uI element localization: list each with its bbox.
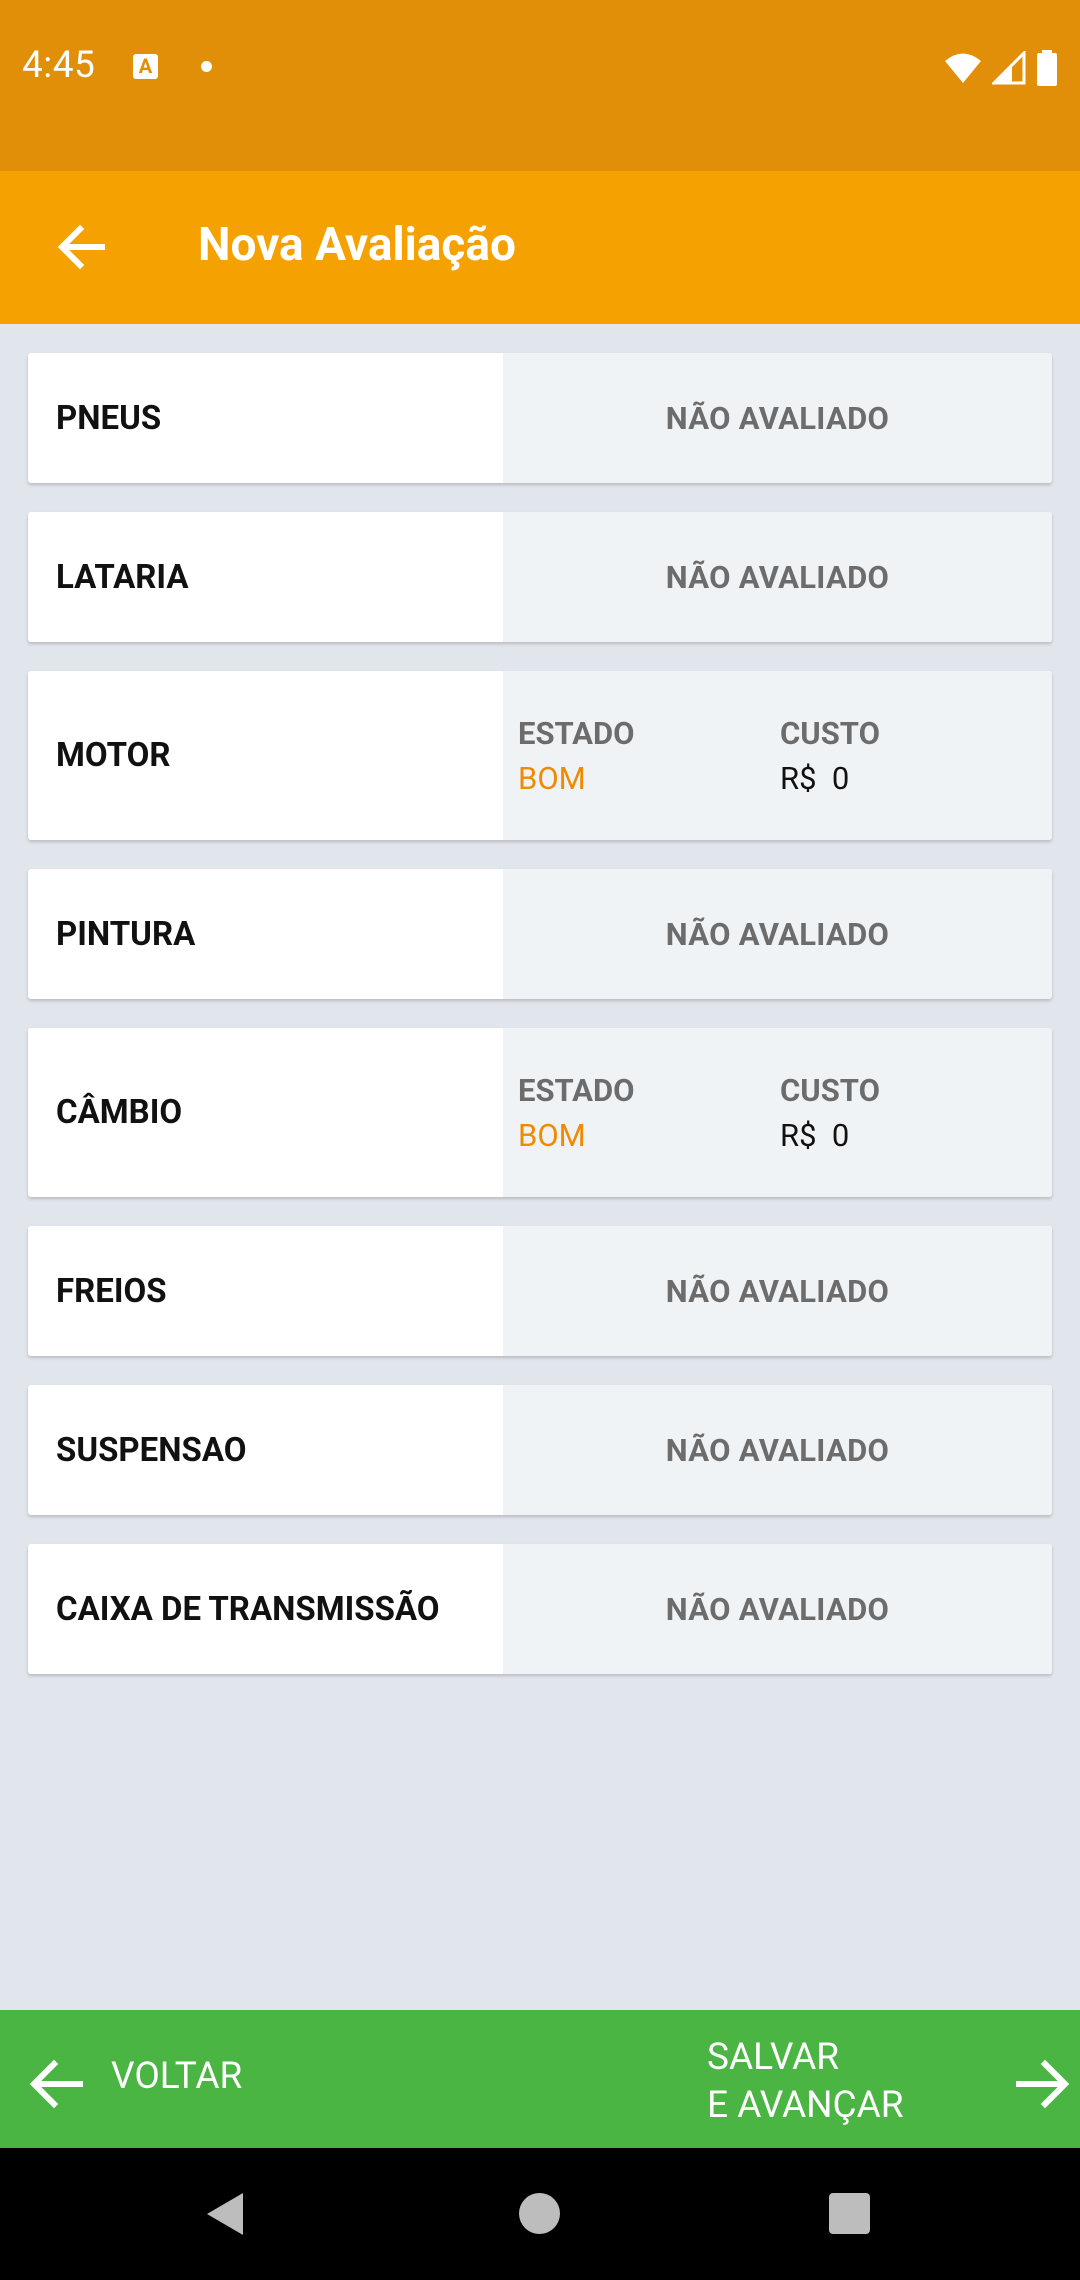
back-button[interactable] — [50, 215, 114, 279]
status-text: NÃO AVALIADO — [665, 1272, 890, 1310]
status-text: NÃO AVALIADO — [665, 1431, 890, 1469]
bottom-action-bar: VOLTAR SALVAR E AVANÇAR — [0, 2010, 1080, 2148]
battery-icon — [1037, 50, 1057, 86]
wifi-icon — [945, 53, 981, 83]
status-text: NÃO AVALIADO — [665, 399, 890, 437]
list-item-pneus[interactable]: PNEUS NÃO AVALIADO — [28, 353, 1052, 483]
custo-label: CUSTO — [780, 1072, 880, 1109]
cell-signal-icon — [992, 51, 1026, 85]
estado-column: ESTADO BOM — [518, 715, 634, 797]
item-label: CÂMBIO — [56, 1093, 183, 1132]
voltar-label: VOLTAR — [111, 2055, 243, 2098]
nav-recent-apps-icon[interactable] — [829, 2193, 870, 2234]
item-label: SUSPENSAO — [56, 1430, 247, 1470]
custo-column: CUSTO R$ 0 — [780, 1072, 880, 1154]
item-status-area: NÃO AVALIADO — [503, 1544, 1052, 1674]
salvar-label-line2: E AVANÇAR — [707, 2084, 904, 2127]
list-item-lataria[interactable]: LATARIA NÃO AVALIADO — [28, 512, 1052, 642]
salvar-e-avancar-button[interactable]: SALVAR E AVANÇAR — [700, 2010, 1080, 2148]
notification-app-icon: A — [133, 54, 158, 79]
arrow-left-icon — [57, 224, 105, 270]
status-text: NÃO AVALIADO — [665, 1590, 890, 1628]
nav-home-icon[interactable] — [519, 2193, 560, 2234]
nav-back-icon[interactable] — [205, 2191, 245, 2237]
status-text: NÃO AVALIADO — [665, 558, 890, 596]
list-item-motor[interactable]: MOTOR ESTADO BOM CUSTO R$ 0 — [28, 671, 1052, 840]
custo-column: CUSTO R$ 0 — [780, 715, 880, 797]
status-text: NÃO AVALIADO — [665, 915, 890, 953]
estado-value: BOM — [518, 760, 586, 797]
app-bar: Nova Avaliação — [0, 171, 1080, 324]
voltar-button[interactable]: VOLTAR — [0, 2010, 380, 2148]
custo-label: CUSTO — [780, 715, 880, 752]
status-bar: 4:45 A — [0, 0, 1080, 171]
estado-label: ESTADO — [518, 715, 635, 752]
list-item-pintura[interactable]: PINTURA NÃO AVALIADO — [28, 869, 1052, 999]
item-status-area: NÃO AVALIADO — [503, 869, 1052, 999]
list-item-cambio[interactable]: CÂMBIO ESTADO BOM CUSTO R$ 0 — [28, 1028, 1052, 1197]
status-time: 4:45 — [22, 44, 96, 87]
system-navigation-bar — [0, 2148, 1080, 2280]
arrow-left-icon — [29, 2059, 83, 2109]
item-label: FREIOS — [56, 1271, 167, 1311]
custo-value: R$ 0 — [780, 1117, 850, 1154]
list-item-freios[interactable]: FREIOS NÃO AVALIADO — [28, 1226, 1052, 1356]
item-label: LATARIA — [56, 557, 189, 597]
item-status-area: NÃO AVALIADO — [503, 512, 1052, 642]
estado-label: ESTADO — [518, 1072, 635, 1109]
item-label: PINTURA — [56, 914, 196, 954]
item-label: PNEUS — [56, 398, 162, 438]
item-label: MOTOR — [56, 736, 171, 775]
salvar-label: SALVAR E AVANÇAR — [707, 2034, 1007, 2130]
item-label: CAIXA DE TRANSMISSÃO — [56, 1589, 440, 1629]
item-detail-area: ESTADO BOM CUSTO R$ 0 — [503, 671, 1052, 840]
item-detail-area: ESTADO BOM CUSTO R$ 0 — [503, 1028, 1052, 1197]
custo-value: R$ 0 — [780, 760, 850, 797]
item-status-area: NÃO AVALIADO — [503, 353, 1052, 483]
list-item-suspensao[interactable]: SUSPENSAO NÃO AVALIADO — [28, 1385, 1052, 1515]
list-item-caixa-de-transmissao[interactable]: CAIXA DE TRANSMISSÃO NÃO AVALIADO — [28, 1544, 1052, 1674]
arrow-right-icon — [1016, 2059, 1070, 2109]
status-icons — [944, 50, 1058, 86]
item-status-area: NÃO AVALIADO — [503, 1226, 1052, 1356]
estado-value: BOM — [518, 1117, 586, 1154]
item-status-area: NÃO AVALIADO — [503, 1385, 1052, 1515]
page-title: Nova Avaliação — [198, 218, 516, 272]
dot-icon — [201, 61, 212, 72]
estado-column: ESTADO BOM — [518, 1072, 634, 1154]
evaluation-list: PNEUS NÃO AVALIADO LATARIA NÃO AVALIADO … — [28, 353, 1052, 1703]
salvar-label-line1: SALVAR — [707, 2036, 840, 2079]
